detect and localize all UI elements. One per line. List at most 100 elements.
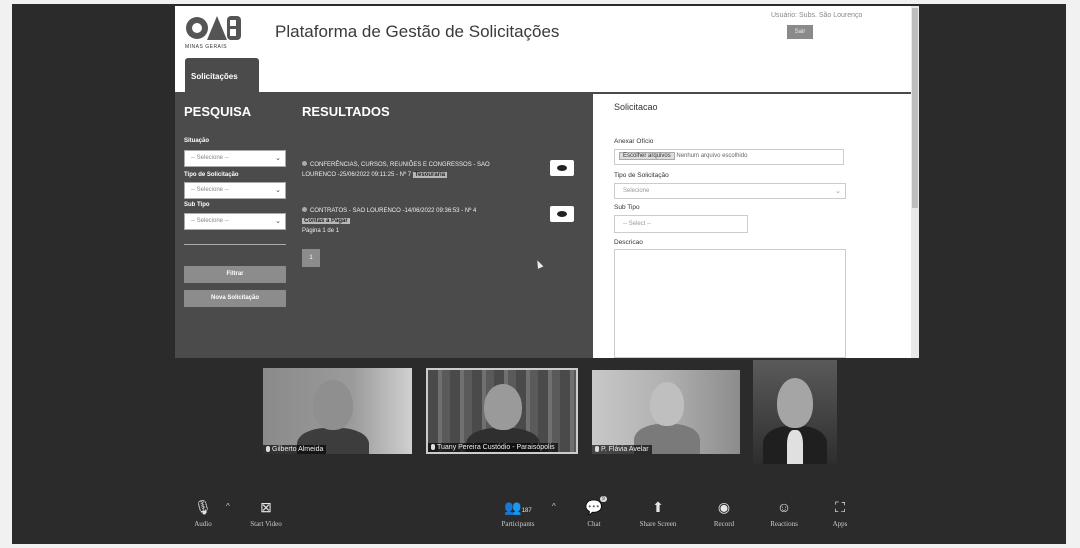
mouse-cursor-icon — [534, 259, 544, 269]
participant-video-tile[interactable]: P. Flávia Avelar — [592, 370, 740, 454]
participant-video-tile[interactable]: Gilberto Almeida — [263, 368, 412, 454]
result-text: CONFERÊNCIAS, CURSOS, REUNIÕES E CONGRES… — [302, 162, 490, 178]
subtipo-select[interactable]: -- Selecione -- ⌄ — [184, 213, 286, 230]
situacao-select-value: -- Selecione -- — [191, 155, 229, 161]
participant-name: P. Flávia Avelar — [592, 445, 652, 454]
search-title: PESQUISA — [184, 104, 252, 119]
participant-face — [650, 382, 684, 426]
subtipo-form-select[interactable]: -- Select -- — [614, 215, 748, 233]
result-item[interactable]: CONFERÊNCIAS, CURSOS, REUNIÕES E CONGRES… — [302, 160, 520, 180]
chevron-up-icon[interactable]: ^ — [226, 502, 230, 511]
oficio-label: Anexar Ofício — [614, 138, 654, 145]
choose-file-button[interactable]: Escolher arquivos — [619, 152, 675, 160]
participant-face — [313, 380, 353, 430]
chat-label: Chat — [587, 520, 601, 528]
shirt-collar — [787, 430, 803, 464]
participant-video-tile-active[interactable]: Tuany Pereira Custódio - Paraisópolis — [426, 368, 578, 454]
share-screen-label: Share Screen — [639, 520, 677, 528]
participant-name: Tuany Pereira Custódio - Paraisópolis — [428, 443, 558, 452]
chat-icon: 💬 — [585, 499, 603, 515]
meeting-toolbar: 🎙 Audio ^ ⊠ Start Video 👥187 Participant… — [12, 488, 1066, 544]
tipo-solicitacao-label: Tipo de Solicitação — [614, 172, 669, 179]
scrollbar-thumb[interactable] — [912, 8, 918, 208]
participant-name: Gilberto Almeida — [263, 445, 327, 454]
video-off-icon: ⊠ — [260, 499, 272, 515]
eye-icon — [557, 165, 567, 171]
tipo-solicitacao-value: Selecione — [623, 188, 650, 194]
shared-screen: MINAS GERAIS Plataforma de Gestão de Sol… — [175, 6, 919, 358]
result-tag: Tesouraria — [412, 172, 448, 178]
participant-face — [484, 384, 522, 430]
app-header: MINAS GERAIS Plataforma de Gestão de Sol… — [175, 6, 919, 94]
divider — [184, 244, 286, 245]
logo-subtitle: MINAS GERAIS — [185, 44, 228, 50]
share-screen-button[interactable]: ⬆ Share Screen — [630, 498, 686, 528]
chevron-down-icon: ⌄ — [275, 218, 281, 225]
chevron-up-icon[interactable]: ^ — [552, 502, 556, 511]
descricao-label: Descricao — [614, 239, 643, 246]
page-button[interactable]: 1 — [302, 249, 320, 267]
apps-label: Apps — [832, 520, 848, 528]
result-item[interactable]: CONTRATOS - SAO LOURENCO -14/06/2022 09:… — [302, 206, 520, 226]
start-video-button[interactable]: ⊠ Start Video — [238, 498, 294, 528]
descricao-textarea[interactable] — [614, 249, 846, 358]
chevron-down-icon: ⌄ — [835, 188, 841, 195]
tipo-select[interactable]: -- Selecione -- ⌄ — [184, 182, 286, 199]
participant-face — [777, 378, 813, 428]
subtipo-select-value: -- Selecione -- — [191, 218, 229, 224]
result-tag: Contas a Pagar — [302, 218, 350, 224]
search-results-panel: PESQUISA Situação -- Selecione -- ⌄ Tipo… — [175, 94, 593, 358]
start-video-label: Start Video — [250, 520, 282, 528]
microphone-icon: 🎙 — [194, 499, 212, 515]
logout-button[interactable]: Sair — [787, 25, 813, 39]
filter-button[interactable]: Filtrar — [184, 266, 286, 283]
situacao-label: Situação — [184, 138, 210, 144]
request-form-panel: Solicitacao Anexar Ofício Escolher arqui… — [595, 94, 911, 358]
mic-icon — [266, 446, 270, 452]
form-title: Solicitacao — [614, 102, 658, 112]
participant-count: 187 — [521, 508, 532, 514]
zoom-meeting-window: MINAS GERAIS Plataforma de Gestão de Sol… — [12, 4, 1066, 544]
situacao-select[interactable]: -- Selecione -- ⌄ — [184, 150, 286, 167]
result-text: CONTRATOS - SAO LOURENCO -14/06/2022 09:… — [310, 208, 477, 214]
pagination-info: Página 1 de 1 — [302, 228, 340, 234]
scrollbar[interactable] — [911, 6, 919, 358]
subtipo-label: Sub Tipo — [184, 202, 210, 208]
record-label: Record — [713, 520, 735, 528]
tipo-label: Tipo de Solicitação — [184, 172, 239, 178]
reactions-icon: ☺ — [776, 499, 792, 515]
audio-label: Audio — [194, 520, 212, 528]
file-status: Nenhum arquivo escolhido — [676, 153, 748, 159]
record-button[interactable]: ◉ Record — [696, 498, 752, 528]
chat-button[interactable]: 💬 Chat — [566, 498, 622, 528]
view-button[interactable] — [550, 206, 574, 222]
apps-icon: ⛶ — [835, 499, 845, 515]
file-input[interactable]: Escolher arquivos Nenhum arquivo escolhi… — [614, 149, 844, 165]
user-name: Usuário: Subs. São Lourenço — [771, 12, 863, 19]
participant-video-tile[interactable] — [753, 360, 837, 464]
reactions-button[interactable]: ☺ Reactions — [756, 498, 812, 528]
tipo-select-value: -- Selecione -- — [191, 187, 229, 193]
chevron-down-icon: ⌄ — [275, 187, 281, 194]
results-title: RESULTADOS — [302, 104, 390, 119]
participants-icon: 👥187 — [504, 499, 532, 515]
mic-icon — [595, 446, 599, 452]
record-icon: ◉ — [717, 499, 731, 515]
chevron-down-icon: ⌄ — [275, 155, 281, 162]
tab-solicitacoes[interactable]: Solicitações — [185, 58, 259, 92]
tipo-solicitacao-select[interactable]: Selecione ⌄ — [614, 183, 846, 199]
subtipo-form-label: Sub Tipo — [614, 204, 640, 211]
participants-button[interactable]: 👥187 Participants — [488, 498, 548, 528]
bullet-icon — [302, 161, 307, 166]
page-title: Plataforma de Gestão de Solicitações — [275, 22, 560, 41]
new-request-button[interactable]: Nova Solicitação — [184, 290, 286, 307]
apps-button[interactable]: ⛶ Apps — [812, 498, 868, 528]
share-screen-icon: ⬆ — [652, 499, 664, 515]
reactions-label: Reactions — [770, 520, 798, 528]
audio-button[interactable]: 🎙 Audio — [175, 498, 231, 528]
participants-label: Participants — [501, 520, 535, 528]
bullet-icon — [302, 207, 307, 212]
eye-icon — [557, 211, 567, 217]
mic-icon — [431, 444, 435, 450]
view-button[interactable] — [550, 160, 574, 176]
